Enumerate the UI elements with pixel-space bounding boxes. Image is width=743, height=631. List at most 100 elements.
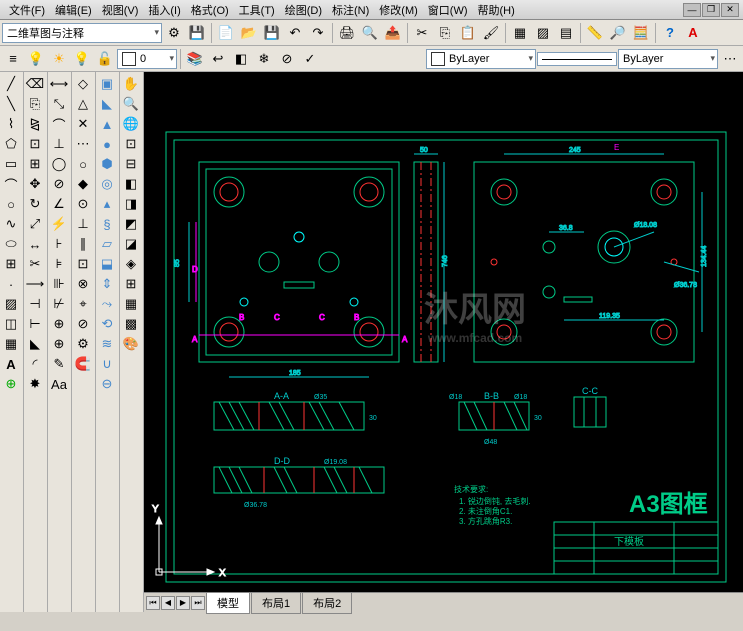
- point-icon[interactable]: ·: [0, 274, 22, 294]
- layer-icon[interactable]: ≡: [2, 48, 24, 70]
- tab-first-icon[interactable]: ⏮: [146, 596, 160, 610]
- dimspace-icon[interactable]: ⊪: [48, 274, 70, 294]
- subtract-icon[interactable]: ⊖: [96, 374, 118, 394]
- minimize-button[interactable]: —: [683, 3, 701, 17]
- new-icon[interactable]: 📄: [215, 22, 237, 44]
- snap-end-icon[interactable]: ◇: [72, 74, 94, 94]
- menu-draw[interactable]: 绘图(D): [280, 0, 327, 20]
- vbottom-icon[interactable]: ⊟: [120, 154, 142, 174]
- box-icon[interactable]: ▣: [96, 74, 118, 94]
- dimedit-icon[interactable]: ✎: [48, 354, 70, 374]
- open-icon[interactable]: 📂: [238, 22, 260, 44]
- break-icon[interactable]: ⊣: [24, 294, 46, 314]
- vtop-icon[interactable]: ⊡: [120, 134, 142, 154]
- workspace-save-icon[interactable]: 💾: [186, 22, 208, 44]
- sweep-icon[interactable]: ⤳: [96, 294, 118, 314]
- mtext-icon[interactable]: A: [0, 354, 22, 374]
- undo-icon[interactable]: ↶: [284, 22, 306, 44]
- zoom-icon[interactable]: 🔍: [120, 94, 142, 114]
- snap-ins-icon[interactable]: ⊡: [72, 254, 94, 274]
- tab-layout1[interactable]: 布局1: [251, 592, 301, 614]
- xline-icon[interactable]: ╲: [0, 94, 22, 114]
- menu-file[interactable]: 文件(F): [4, 0, 50, 20]
- sun-icon[interactable]: ☀: [48, 48, 70, 70]
- pan-icon[interactable]: ✋: [120, 74, 142, 94]
- dimbase-icon[interactable]: ⊦: [48, 234, 70, 254]
- cone-icon[interactable]: ▲: [96, 114, 118, 134]
- color-dropdown[interactable]: ByLayer: [426, 49, 536, 69]
- layer-dropdown[interactable]: 0: [117, 49, 177, 69]
- menu-view[interactable]: 视图(V): [97, 0, 144, 20]
- tab-layout2[interactable]: 布局2: [302, 592, 352, 614]
- tab-next-icon[interactable]: ▶: [176, 596, 190, 610]
- save-icon[interactable]: 💾: [261, 22, 283, 44]
- dimcont-icon[interactable]: ⊧: [48, 254, 70, 274]
- dimalign-icon[interactable]: ⤡: [48, 94, 70, 114]
- snap-cen-icon[interactable]: ○: [72, 154, 94, 174]
- pyramid-icon[interactable]: ▴: [96, 194, 118, 214]
- menu-help[interactable]: 帮助(H): [473, 0, 520, 20]
- line-icon[interactable]: ╱: [0, 74, 22, 94]
- drawing-canvas[interactable]: D AA BB CC E 245: [144, 72, 743, 612]
- restore-button[interactable]: ❐: [702, 3, 720, 17]
- scale-icon[interactable]: ⤢: [24, 214, 46, 234]
- ellipse-icon[interactable]: ⬭: [0, 234, 22, 254]
- rect-icon[interactable]: ▭: [0, 154, 22, 174]
- move-icon[interactable]: ✥: [24, 174, 46, 194]
- explode-icon[interactable]: ✸: [24, 374, 46, 394]
- lineweight-dropdown[interactable]: [537, 52, 617, 66]
- arc-icon[interactable]: ⌒: [0, 174, 22, 194]
- menu-modify[interactable]: 修改(M): [374, 0, 423, 20]
- wedge-icon[interactable]: ◣: [96, 94, 118, 114]
- match-icon[interactable]: 🖌: [480, 22, 502, 44]
- rotate-icon[interactable]: ↻: [24, 194, 46, 214]
- extend-icon[interactable]: ⟶: [24, 274, 46, 294]
- dimbreak-icon[interactable]: ⊬: [48, 294, 70, 314]
- vleft-icon[interactable]: ◧: [120, 174, 142, 194]
- cut-icon[interactable]: ✂: [411, 22, 433, 44]
- layer-freeze-icon[interactable]: ❄: [253, 48, 275, 70]
- menu-window[interactable]: 窗口(W): [423, 0, 473, 20]
- dimqk-icon[interactable]: ⚡: [48, 214, 70, 234]
- hatch-icon[interactable]: ▨: [532, 22, 554, 44]
- menu-format[interactable]: 格式(O): [186, 0, 234, 20]
- wireframe-icon[interactable]: ⊞: [120, 274, 142, 294]
- snap-par-icon[interactable]: ∥: [72, 234, 94, 254]
- snap-mid-icon[interactable]: △: [72, 94, 94, 114]
- linetype-dropdown[interactable]: ByLayer: [618, 49, 718, 69]
- dimlin-icon[interactable]: ⟷: [48, 74, 70, 94]
- tab-prev-icon[interactable]: ◀: [161, 596, 175, 610]
- snap-set-icon[interactable]: ⚙: [72, 334, 94, 354]
- calculator-icon[interactable]: 🧮: [630, 22, 652, 44]
- magnet-icon[interactable]: 🧲: [72, 354, 94, 374]
- join-icon[interactable]: ⊢: [24, 314, 46, 334]
- mirror-icon[interactable]: ⧎: [24, 114, 46, 134]
- snap-per-icon[interactable]: ⊥: [72, 214, 94, 234]
- snap-qua-icon[interactable]: ◆: [72, 174, 94, 194]
- snap-near-icon[interactable]: ⌖: [72, 294, 94, 314]
- hidden-icon[interactable]: ▦: [120, 294, 142, 314]
- pline-icon[interactable]: ⌇: [0, 114, 22, 134]
- snap-ext-icon[interactable]: ⋯: [72, 134, 94, 154]
- help-icon[interactable]: ?: [659, 22, 681, 44]
- bulb-on-icon[interactable]: 💡: [25, 48, 47, 70]
- measure-icon[interactable]: 📏: [584, 22, 606, 44]
- planar-icon[interactable]: ▱: [96, 234, 118, 254]
- centermark-icon[interactable]: ⊕: [48, 334, 70, 354]
- spline-icon[interactable]: ∿: [0, 214, 22, 234]
- menu-edit[interactable]: 编辑(E): [50, 0, 97, 20]
- snap-tan-icon[interactable]: ⊙: [72, 194, 94, 214]
- vfront-icon[interactable]: ◩: [120, 214, 142, 234]
- union-icon[interactable]: ∪: [96, 354, 118, 374]
- render-icon[interactable]: 🎨: [120, 334, 142, 354]
- cylinder-icon[interactable]: ⬢: [96, 154, 118, 174]
- workspace-selector[interactable]: 二维草图与注释: [2, 23, 162, 43]
- table2-icon[interactable]: ▦: [0, 334, 22, 354]
- dimarc-icon[interactable]: ⌒: [48, 114, 70, 134]
- preview-icon[interactable]: 🔍: [359, 22, 381, 44]
- table-icon[interactable]: ▤: [555, 22, 577, 44]
- snap-none-icon[interactable]: ⊘: [72, 314, 94, 334]
- tab-model[interactable]: 模型: [206, 592, 250, 614]
- linetype-settings-icon[interactable]: ⋯: [719, 48, 741, 70]
- vback-icon[interactable]: ◪: [120, 234, 142, 254]
